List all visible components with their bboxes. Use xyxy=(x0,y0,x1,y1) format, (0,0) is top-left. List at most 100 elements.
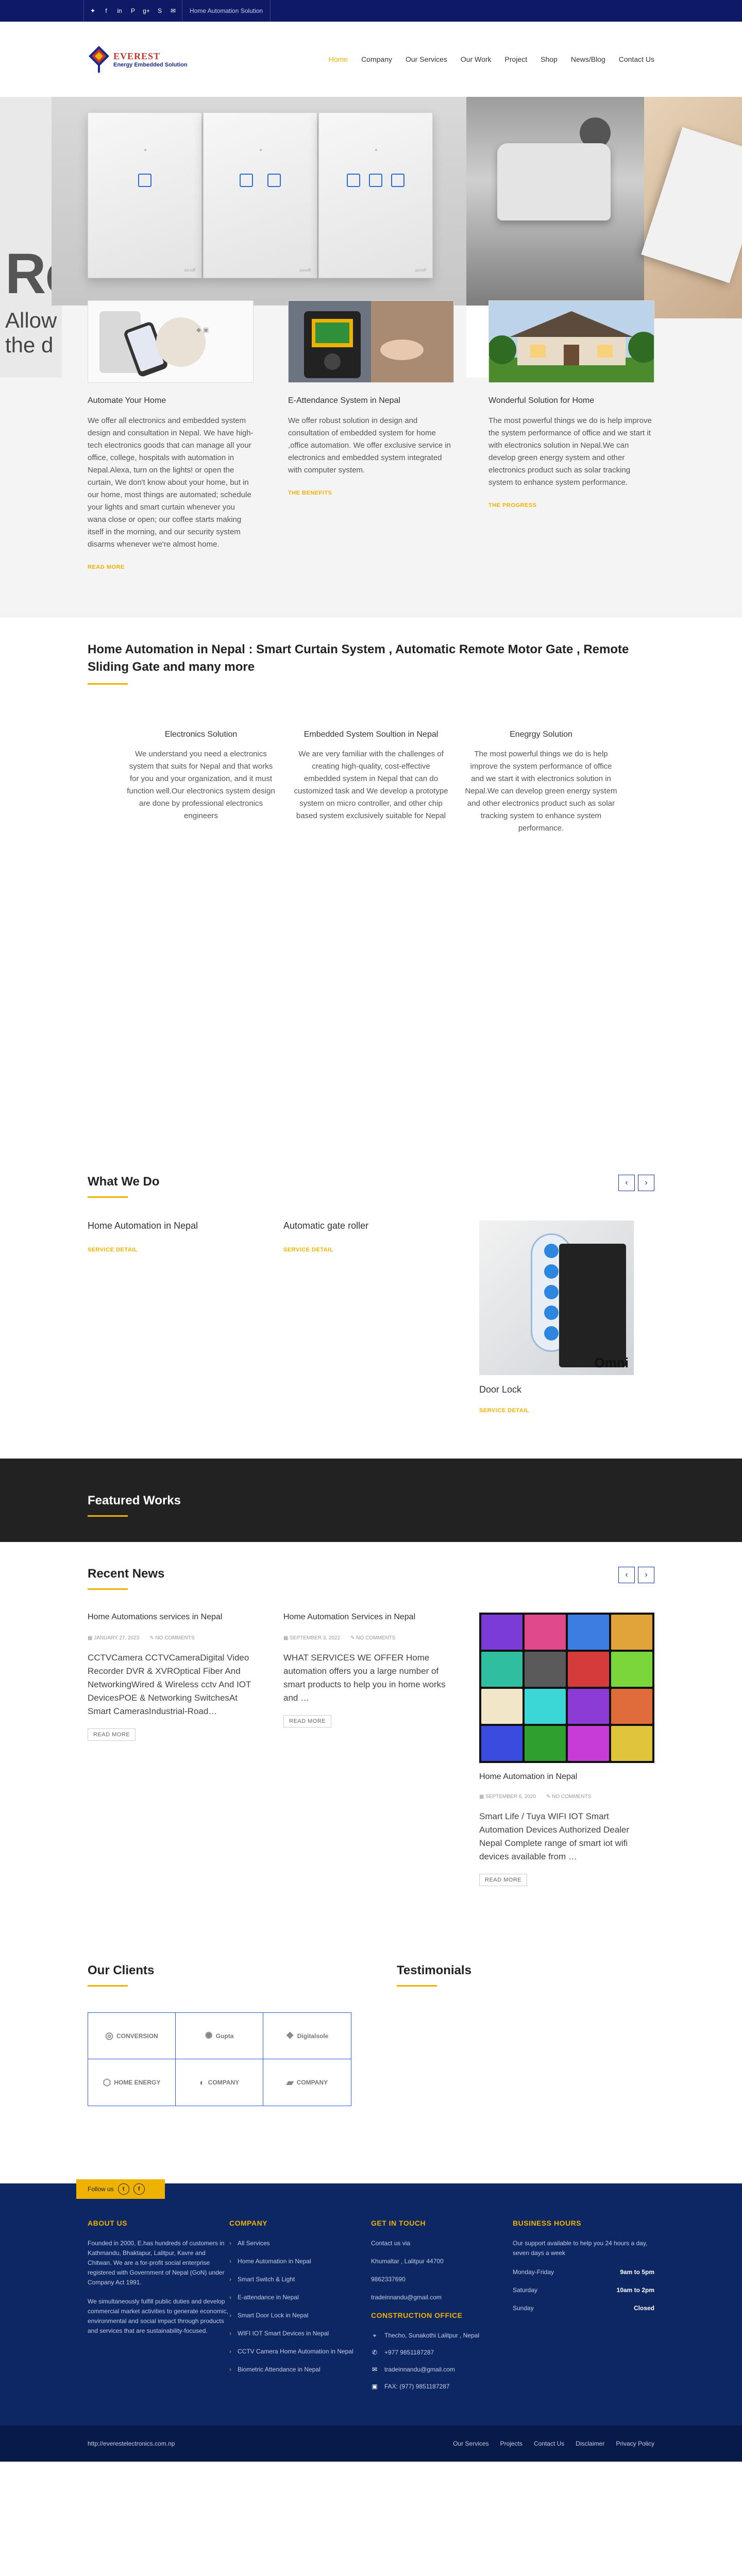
footer-about-text: Founded in 2000, E.has hundreds of custo… xyxy=(88,2240,225,2286)
bottom-link[interactable]: Our Services xyxy=(453,2440,488,2447)
client-logo[interactable]: ⬡ HOME ENERGY xyxy=(88,2059,176,2106)
main-nav: Home Company Our Services Our Work Proje… xyxy=(329,55,654,63)
wall-panel-shape xyxy=(641,127,742,283)
service-detail-link[interactable]: SERVICE DETAIL xyxy=(283,1247,333,1253)
googleplus-icon[interactable]: g+ xyxy=(143,7,150,14)
keypad-dot xyxy=(544,1326,559,1341)
nav-home[interactable]: Home xyxy=(329,55,348,63)
calendar-icon: ▦ SEPTEMBER 6, 2020 xyxy=(479,1794,536,1800)
service-card: Omni Door Lock SERVICE DETAIL xyxy=(479,1221,654,1415)
location-icon: ⌖ xyxy=(373,2332,377,2339)
bottom-link[interactable]: Contact Us xyxy=(534,2440,564,2447)
email-icon[interactable]: ✉ xyxy=(170,7,177,14)
nav-news-blog[interactable]: News/Blog xyxy=(571,55,605,63)
footer-link[interactable]: E-attendance in Nepal xyxy=(229,2293,371,2302)
news-date: SEPTEMBER 3, 2022 xyxy=(290,1635,341,1641)
blank-area xyxy=(88,835,654,1128)
switch-button-icon xyxy=(240,174,253,187)
contact-line[interactable]: tradeinnandu@gmail.com xyxy=(371,2293,513,2302)
logo-title: EVEREST xyxy=(113,50,161,61)
bottom-link[interactable]: Privacy Policy xyxy=(616,2440,654,2447)
news-meta: ▦ JANUARY 27, 2023 ✎ NO COMMENTS xyxy=(88,1635,263,1641)
touch-switch-1: sonoff xyxy=(88,112,202,278)
nav-our-services[interactable]: Our Services xyxy=(406,55,447,63)
read-more-button[interactable]: READ MORE xyxy=(88,1728,136,1741)
carousel-next-button[interactable]: › xyxy=(638,1175,654,1191)
smart-lights-image[interactable] xyxy=(479,1613,654,1763)
what-we-do-section: What We Do ‹ › Home Automation in Nepal … xyxy=(0,1175,742,1459)
chair-shape xyxy=(497,143,611,221)
footer-about: ABOUT US Founded in 2000, E.has hundreds… xyxy=(88,2218,229,2399)
twitter-icon[interactable]: ✦ xyxy=(89,7,96,14)
office-email[interactable]: tradeinnandu@gmail.com xyxy=(384,2365,455,2375)
pinterest-icon[interactable]: P xyxy=(129,7,137,14)
company-logo-icon: ◐ xyxy=(199,2077,205,2088)
nav-company[interactable]: Company xyxy=(361,55,392,63)
footer-heading: ABOUT US xyxy=(88,2219,128,2227)
client-logo[interactable]: ✺ Gupta xyxy=(176,2013,263,2059)
service-detail-link[interactable]: SERVICE DETAIL xyxy=(88,1247,138,1253)
feature-text: We offer all electronics and embedded sy… xyxy=(88,416,254,549)
footer-link[interactable]: CCTV Camera Home Automation in Nepal xyxy=(229,2347,371,2357)
topbar-tagline: Home Automation Solution xyxy=(182,0,271,22)
switch-brand: sonoff xyxy=(184,268,195,273)
read-more-button[interactable]: READ MORE xyxy=(283,1715,332,1727)
gupta-logo-icon: ✺ xyxy=(205,2030,213,2041)
news-comments[interactable]: NO COMMENTS xyxy=(155,1635,194,1641)
footer-about-text: We simultaneously fulfill public duties … xyxy=(88,2298,228,2334)
nav-project[interactable]: Project xyxy=(505,55,528,63)
door-lock-image[interactable]: Omni xyxy=(479,1221,634,1375)
site-url-link[interactable]: http://everestelectronics.com.np xyxy=(88,2440,175,2447)
news-card: Home Automations services in Nepal ▦ JAN… xyxy=(88,1613,263,1886)
nav-our-work[interactable]: Our Work xyxy=(461,55,492,63)
news-title[interactable]: Home Automations services in Nepal xyxy=(88,1613,263,1622)
skype-icon[interactable]: S xyxy=(156,7,163,14)
linkedin-icon[interactable]: in xyxy=(116,7,123,14)
footer-link[interactable]: Smart Switch & Light xyxy=(229,2275,371,2284)
clients-section: Our Clients ◎ CONVERSION ✺ Gupta ❖ Digitals… xyxy=(0,1927,742,2183)
logo[interactable]: EVEREST Energy Embedded Solution xyxy=(88,45,196,74)
carousel-next-button[interactable]: › xyxy=(638,1567,654,1583)
carousel-prev-button[interactable]: ‹ xyxy=(618,1567,635,1583)
news-date: SEPTEMBER 6, 2020 xyxy=(485,1794,536,1800)
news-title[interactable]: Home Automation in Nepal xyxy=(479,1772,654,1782)
client-logo[interactable]: ❖ Digitalsole xyxy=(263,2013,351,2059)
news-title[interactable]: Home Automation Services in Nepal xyxy=(283,1613,459,1622)
about-column: Electronics Solution We understand you n… xyxy=(124,728,278,835)
progress-link[interactable]: THE PROGRESS xyxy=(488,502,536,509)
nav-shop[interactable]: Shop xyxy=(541,55,558,63)
news-excerpt: CCTVCamera CCTVCameraDigital Video Recor… xyxy=(88,1653,251,1716)
news-comments[interactable]: NO COMMENTS xyxy=(356,1635,395,1641)
read-more-link[interactable]: READ MORE xyxy=(88,564,125,570)
carousel-prev-button[interactable]: ‹ xyxy=(618,1175,635,1191)
client-logo[interactable]: ◐ COMPANY xyxy=(176,2059,263,2106)
client-logo[interactable]: ▰ COMPANY xyxy=(263,2059,351,2106)
service-detail-link[interactable]: SERVICE DETAIL xyxy=(479,1408,529,1414)
client-logo-grid: ◎ CONVERSION ✺ Gupta ❖ Digitalsole ⬡ HOME EN… xyxy=(88,2012,351,2106)
logo-text: EVEREST Energy Embedded Solution xyxy=(113,51,188,68)
client-logo[interactable]: ◎ CONVERSION xyxy=(88,2013,176,2059)
section-title: Our Clients xyxy=(88,1963,155,1977)
footer-link[interactable]: All Services xyxy=(229,2239,371,2248)
digitalsole-logo-icon: ❖ xyxy=(285,2030,294,2041)
features-section: ◆ ▣ Automate Your Home We offer all elec… xyxy=(0,300,742,618)
nav-contact-us[interactable]: Contact Us xyxy=(619,55,654,63)
contact-line[interactable]: 9862337690 xyxy=(371,2275,513,2284)
benefits-link[interactable]: THE BENEFITS xyxy=(288,490,332,496)
keypad-dot xyxy=(544,1264,559,1279)
feature-card: Wonderful Solution for Home The most pow… xyxy=(488,300,654,571)
footer-heading: CONSTRUCTION OFFICE xyxy=(371,2311,463,2319)
hero-subline: Allow the d xyxy=(5,308,57,358)
bottom-link[interactable]: Disclaimer xyxy=(576,2440,604,2447)
recent-news-section: Recent News ‹ › Home Automations service… xyxy=(0,1542,742,1927)
facebook-icon[interactable]: f xyxy=(103,7,110,14)
read-more-button[interactable]: READ MORE xyxy=(479,1874,528,1886)
hours-row: Sunday Closed xyxy=(513,2304,654,2312)
footer-link[interactable]: Smart Door Lock in Nepal xyxy=(229,2311,371,2320)
footer-link[interactable]: Home Automation in Nepal xyxy=(229,2257,371,2266)
footer-link[interactable]: WIFI IOT Smart Devices in Nepal xyxy=(229,2329,371,2338)
office-phone[interactable]: +977 9851187287 xyxy=(384,2348,434,2358)
news-comments[interactable]: NO COMMENTS xyxy=(552,1794,591,1800)
bottom-link[interactable]: Projects xyxy=(500,2440,522,2447)
footer-link[interactable]: Biometric Attendance in Nepal xyxy=(229,2365,371,2375)
